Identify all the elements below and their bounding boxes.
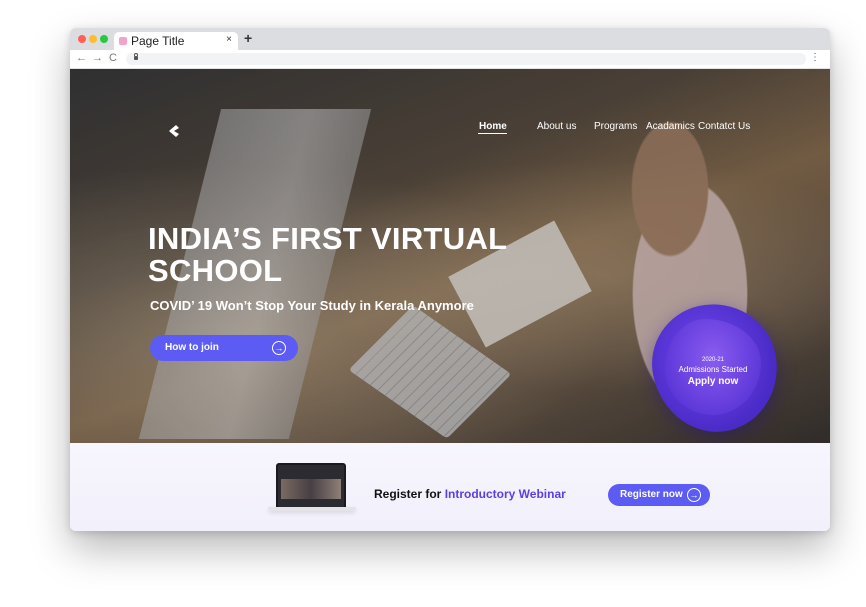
tab-bar: Page Title × +: [70, 28, 830, 50]
nav-home[interactable]: Home: [479, 121, 507, 132]
webinar-heading: Register for Introductory Webinar: [374, 487, 566, 501]
how-to-join-label: How to join: [165, 342, 219, 353]
apply-now-link[interactable]: Apply now: [665, 376, 761, 387]
how-to-join-button[interactable]: How to join →: [150, 335, 298, 361]
hero-title-line-1: INDIA’S FIRST VIRTUAL: [148, 221, 508, 256]
browser-tab[interactable]: Page Title ×: [114, 32, 238, 50]
hero-title-line-2: SCHOOL: [148, 253, 283, 288]
tab-close-icon[interactable]: ×: [226, 34, 232, 45]
address-bar: ← → C ⋮: [70, 50, 830, 69]
favicon-icon: [119, 37, 127, 45]
laptop-preview-image: [276, 463, 346, 509]
hero-title: INDIA’S FIRST VIRTUAL SCHOOL: [148, 223, 568, 287]
nav-programs[interactable]: Programs: [594, 121, 637, 132]
arrow-right-icon: →: [687, 488, 701, 502]
webinar-text-highlight: Introductory Webinar: [444, 487, 566, 501]
laptop-base: [268, 507, 356, 511]
webinar-banner: Register for Introductory Webinar Regist…: [70, 443, 830, 531]
nav-contact[interactable]: Contatct Us: [698, 121, 750, 132]
forward-arrow-icon[interactable]: →: [92, 52, 103, 64]
new-tab-button[interactable]: +: [244, 30, 252, 46]
register-now-label: Register now: [620, 489, 683, 500]
hero-subtitle: COVID’ 19 Won’t Stop Your Study in Keral…: [150, 298, 474, 313]
browser-menu-icon[interactable]: ⋮: [810, 52, 820, 63]
register-now-button[interactable]: Register now →: [608, 484, 710, 506]
nav-active-underline: [478, 133, 507, 134]
webinar-text-prefix: Register for: [374, 487, 445, 501]
badge-year: 2020-21: [701, 357, 725, 363]
maximize-window-icon[interactable]: [100, 35, 108, 43]
back-arrow-icon[interactable]: ←: [76, 52, 87, 64]
lock-icon: [134, 53, 138, 60]
minimize-window-icon[interactable]: [89, 35, 97, 43]
hero-section: Home About us Programs Acadamics Contatc…: [70, 69, 830, 443]
url-input[interactable]: [126, 53, 806, 65]
browser-window: Page Title × + ← → C ⋮ Home About us Pro…: [70, 28, 830, 531]
nav-academics[interactable]: Acadamics: [646, 121, 695, 132]
reload-icon[interactable]: C: [109, 52, 117, 64]
nav-about[interactable]: About us: [537, 121, 576, 132]
logo-icon[interactable]: [167, 124, 181, 138]
arrow-right-icon: →: [272, 341, 286, 355]
tab-title: Page Title: [131, 34, 185, 48]
badge-admissions-text: Admissions Started: [678, 365, 748, 374]
close-window-icon[interactable]: [78, 35, 86, 43]
